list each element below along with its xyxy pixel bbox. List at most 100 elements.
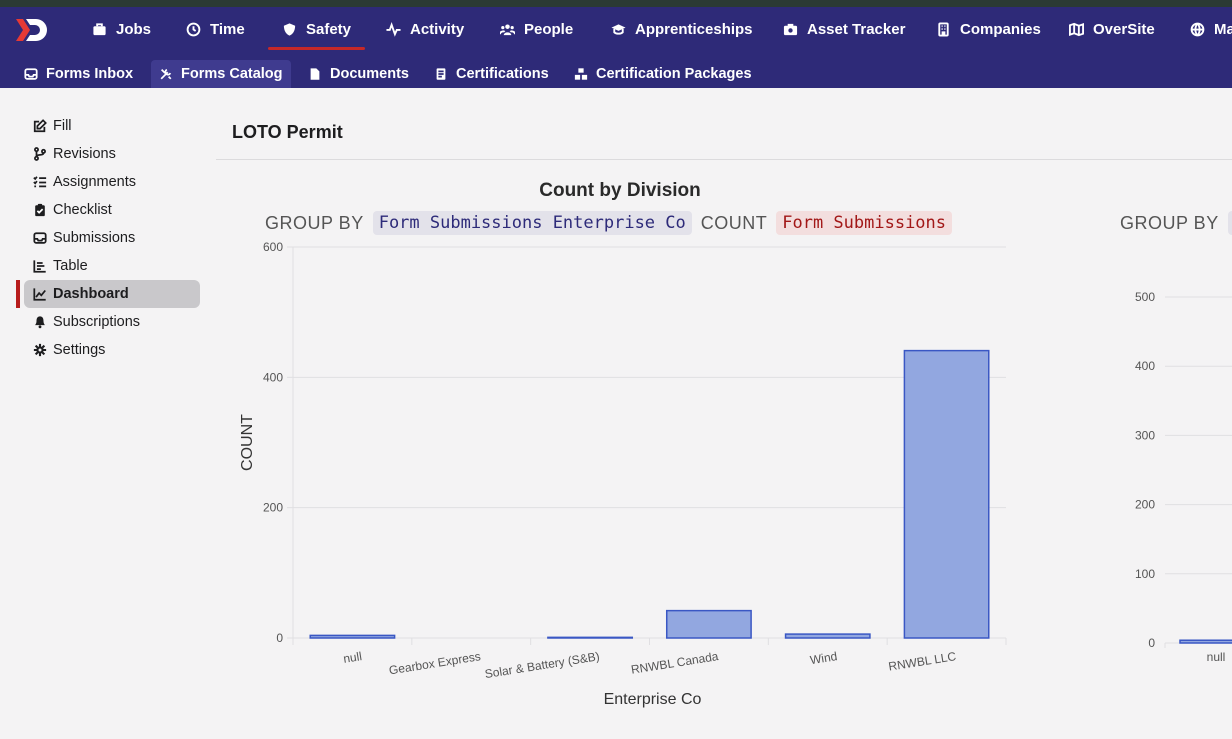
nav-label: People <box>524 21 574 38</box>
active-item-marker <box>16 280 20 308</box>
x-tick-label: RNWBL LLC <box>887 649 957 674</box>
subnav-label: Forms Catalog <box>181 66 283 82</box>
subnav-label: Certification Packages <box>596 66 752 82</box>
y-tick-label: 200 <box>263 501 283 515</box>
subnav-certification-packages[interactable]: Certification Packages <box>566 60 760 88</box>
y-tick-label: 100 <box>1135 567 1155 581</box>
nav-companies[interactable]: Companies <box>936 7 1041 52</box>
subnav-label: Forms Inbox <box>46 66 134 82</box>
nav-ma[interactable]: Ma <box>1190 7 1232 52</box>
x-tick-label: Gearbox Express <box>388 649 482 677</box>
top-nav: Jobs Time Safety Activity People Apprent… <box>0 7 1232 52</box>
y-axis-title: COUNT <box>239 414 256 471</box>
nav-jobs[interactable]: Jobs <box>92 7 151 52</box>
certificate-icon <box>436 68 446 80</box>
building-icon <box>938 22 949 37</box>
subnav-forms-catalog[interactable]: Forms Catalog <box>151 60 291 88</box>
group-by-keyword: GROUP BY <box>265 212 364 233</box>
sidebar-item-label: Checklist <box>53 202 112 218</box>
line-chart-icon <box>33 288 46 301</box>
nav-asset-tracker[interactable]: Asset Tracker <box>783 7 905 52</box>
sidebar-item-label: Fill <box>53 118 72 134</box>
bar <box>665 609 752 639</box>
nav-label: OverSite <box>1093 21 1155 38</box>
nav-label: Time <box>210 21 245 38</box>
nav-oversite[interactable]: OverSite <box>1069 7 1155 52</box>
branch-icon <box>34 147 46 161</box>
bar <box>1179 639 1232 644</box>
sidebar-item-settings[interactable]: Settings <box>24 336 200 364</box>
page-title: LOTO Permit <box>232 122 343 142</box>
bar <box>309 634 396 639</box>
bar <box>784 633 871 639</box>
y-tick-label: 0 <box>1148 636 1155 650</box>
window-top-strip <box>0 0 1232 7</box>
camera-icon <box>783 23 798 36</box>
sidebar-item-revisions[interactable]: Revisions <box>24 140 200 168</box>
sidebar-item-subscriptions[interactable]: Subscriptions <box>24 308 200 336</box>
sidebar-item-label: Submissions <box>53 230 136 246</box>
sidebar-item-label: Table <box>53 258 88 274</box>
subnav-forms-inbox[interactable]: Forms Inbox <box>16 60 141 88</box>
nav-label: Jobs <box>116 21 152 38</box>
graduation-cap-icon <box>611 24 626 35</box>
sidebar-item-assignments[interactable]: Assignments <box>24 168 200 196</box>
x-tick-label: Solar & Battery (S&B) <box>484 649 601 681</box>
group-by-field[interactable]: Form Submissions Enterprise Co <box>372 211 692 235</box>
document-icon <box>310 68 320 80</box>
subnav-documents[interactable]: Documents <box>300 60 417 88</box>
activity-icon <box>386 22 401 37</box>
subnav-certifications[interactable]: Certifications <box>426 60 557 88</box>
gear-icon <box>33 343 47 357</box>
sub-nav: Forms Inbox Forms Catalog Documents Cert… <box>0 52 1232 88</box>
x-tick-label: null <box>1207 650 1226 664</box>
subnav-label: Documents <box>330 66 409 82</box>
bell-icon <box>35 316 45 329</box>
group-by-keyword: GROUP BY <box>1120 212 1219 233</box>
nav-safety[interactable]: Safety <box>267 7 366 52</box>
nav-label: Apprenticeships <box>635 21 753 38</box>
group-by-field[interactable]: F <box>1227 211 1232 235</box>
x-tick-label: Wind <box>809 649 838 667</box>
nav-label: Asset Tracker <box>807 21 906 38</box>
count-keyword: COUNT <box>700 212 768 233</box>
inbox-icon <box>24 68 38 80</box>
nav-apprenticeships[interactable]: Apprenticeships <box>611 7 753 52</box>
sidebar-item-fill[interactable]: Fill <box>24 112 200 140</box>
y-tick-label: 300 <box>1135 428 1155 442</box>
nav-activity[interactable]: Activity <box>386 7 464 52</box>
y-tick-label: 400 <box>1135 359 1155 373</box>
nav-label: Ma <box>1214 21 1232 38</box>
bar-chart-count-by-division: 0 200 400 600 null Gearbox Express Solar & Bat… <box>239 240 1007 708</box>
y-tick-label: 200 <box>1135 498 1155 512</box>
sidebar-item-table[interactable]: Table <box>24 252 200 280</box>
y-tick-label: 0 <box>276 631 283 645</box>
tools-icon <box>160 68 172 80</box>
x-tick-label: null <box>342 649 363 666</box>
nav-people[interactable]: People <box>500 7 573 52</box>
count-field[interactable]: Form Submissions <box>776 211 953 235</box>
secondary-chart-query: GROUP BY F <box>1120 210 1232 236</box>
chart-query: GROUP BY Form Submissions Enterprise Co … <box>265 210 953 236</box>
sidebar-item-checklist[interactable]: Checklist <box>24 196 200 224</box>
sidebar-item-dashboard[interactable]: Dashboard <box>24 280 200 308</box>
chart-title: Count by Division <box>539 180 701 201</box>
sidebar-item-label: Subscriptions <box>53 314 141 330</box>
task-list-icon <box>33 176 47 188</box>
app-logo[interactable] <box>14 16 50 44</box>
nav-label: Activity <box>410 21 465 38</box>
sidebar-item-label: Revisions <box>53 146 116 162</box>
boxes-icon <box>574 68 588 80</box>
nav-label: Safety <box>306 21 352 38</box>
globe-icon <box>1190 22 1205 37</box>
clock-icon <box>186 22 201 37</box>
sidebar-item-label: Settings <box>53 342 106 358</box>
nav-time[interactable]: Time <box>186 7 245 52</box>
map-icon <box>1069 22 1084 37</box>
sidebar-item-submissions[interactable]: Submissions <box>24 224 200 252</box>
table-icon <box>33 260 46 273</box>
edit-icon <box>33 119 47 133</box>
x-tick-label: RNWBL Canada <box>630 649 720 677</box>
shield-icon <box>283 23 296 36</box>
briefcase-icon <box>93 23 106 36</box>
